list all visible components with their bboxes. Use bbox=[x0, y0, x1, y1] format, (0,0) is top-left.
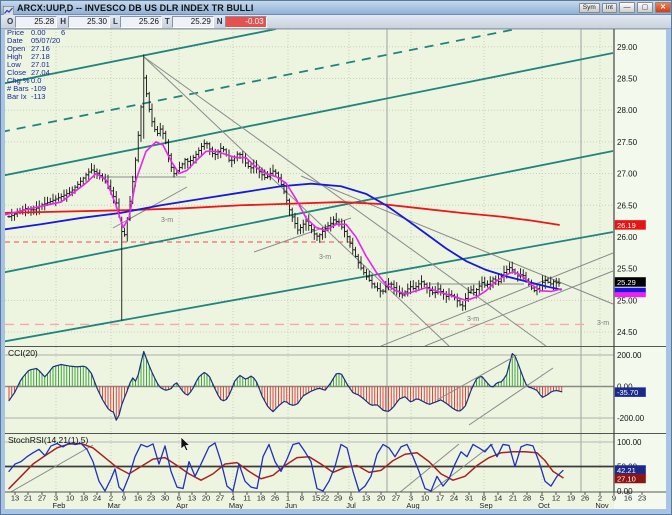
date-tick-label: 19 bbox=[567, 494, 575, 503]
date-tick-label: 27 bbox=[392, 494, 400, 503]
date-tick-label: 13 bbox=[362, 494, 370, 503]
date-tick-label: 22 bbox=[321, 494, 329, 503]
date-tick-label: 31 bbox=[465, 494, 473, 503]
date-tick-label: 21 bbox=[509, 494, 517, 503]
date-tick-label: 18 bbox=[80, 494, 88, 503]
date-tick-label: 14 bbox=[494, 494, 502, 503]
chart-window: 3-m 3-m 3-m 3-m 29.00 28.50 28.00 27.50 27.00 26.… bbox=[0, 0, 672, 515]
axis-tag-text: -35.70 bbox=[617, 388, 638, 397]
date-tick-label: 15 bbox=[312, 494, 320, 503]
axis-tag-text: 25.29 bbox=[617, 278, 636, 287]
net-change-label: N bbox=[216, 17, 223, 26]
date-tick-label: 23 bbox=[147, 494, 155, 503]
axis-tag bbox=[614, 287, 646, 293]
date-tick-label: 24 bbox=[93, 494, 101, 503]
date-tick-label: 10 bbox=[66, 494, 74, 503]
date-tick-label: 13 bbox=[11, 494, 19, 503]
minimize-button[interactable]: — bbox=[619, 2, 635, 13]
high-value: 25.30 bbox=[68, 15, 111, 28]
date-tick-label: 12 bbox=[552, 494, 560, 503]
open-label: O bbox=[7, 17, 14, 26]
date-tick-label: 11 bbox=[243, 494, 251, 503]
price-axis-label: 27.00 bbox=[617, 170, 638, 179]
date-tick-label: 26 bbox=[581, 494, 589, 503]
info-extra: 6 bbox=[61, 28, 65, 37]
three-month-label: 3-m bbox=[467, 316, 479, 323]
date-tick-label: 20 bbox=[377, 494, 385, 503]
window-icon bbox=[2, 3, 15, 16]
info-value: -113 bbox=[31, 92, 45, 101]
info-label: Bar Ix bbox=[7, 92, 27, 101]
date-tick-label: 16 bbox=[134, 494, 142, 503]
date-tick-label: 9 bbox=[122, 494, 126, 503]
date-tick-label: 27 bbox=[216, 494, 224, 503]
stochrsi-label: StochRSI(14,21(1),5) bbox=[8, 435, 88, 445]
price-axis-label: 28.00 bbox=[617, 106, 638, 115]
price-axis-label: 24.50 bbox=[617, 328, 638, 337]
price-axis-label: 26.00 bbox=[617, 233, 638, 242]
net-change-value: -0.03 bbox=[224, 15, 267, 28]
low-label: L bbox=[113, 17, 118, 26]
date-tick-label: 27 bbox=[38, 494, 46, 503]
high-label: H bbox=[60, 17, 67, 26]
date-tick-label: 10 bbox=[421, 494, 429, 503]
price-axis-label: 26.50 bbox=[617, 201, 638, 210]
stoch-axis-label: 100.00 bbox=[617, 438, 642, 447]
price-axis-label: 28.50 bbox=[617, 74, 638, 83]
axis-tag-text: 26.19 bbox=[617, 221, 636, 230]
price-axis-label: 29.00 bbox=[617, 43, 638, 52]
maximize-button[interactable]: ▢ bbox=[637, 2, 653, 13]
date-tick-label: 28 bbox=[523, 494, 531, 503]
date-tick-label: 20 bbox=[202, 494, 210, 503]
int-button[interactable]: Int bbox=[601, 2, 617, 13]
price-axis-label: 27.50 bbox=[617, 138, 638, 147]
date-tick-label: 24 bbox=[450, 494, 458, 503]
date-tick-label: 13 bbox=[188, 494, 196, 503]
date-tick-label: 18 bbox=[257, 494, 265, 503]
three-month-label: 3-m bbox=[597, 320, 609, 327]
price-axis-label: 25.00 bbox=[617, 296, 638, 305]
date-tick-label: 17 bbox=[436, 494, 444, 503]
cci-label: CCI(20) bbox=[8, 348, 38, 358]
cci-axis-label: -200.00 bbox=[617, 414, 645, 423]
date-tick-label: 8 bbox=[300, 494, 304, 503]
date-tick-label: 30 bbox=[161, 494, 169, 503]
quote-bar: O 25.28 H 25.30 L 25.26 T 25.29 N -0.03 bbox=[1, 15, 671, 29]
window-title: ARCX:UUP,D -- INVESCO DB US DLR INDEX TR… bbox=[17, 2, 254, 13]
three-month-label: 3-m bbox=[319, 254, 331, 261]
date-tick-label: 23 bbox=[638, 494, 646, 503]
close-button[interactable]: ✕ bbox=[655, 2, 671, 13]
trade-value: 25.29 bbox=[171, 15, 214, 28]
low-value: 25.26 bbox=[119, 15, 162, 28]
date-tick-label: 26 bbox=[271, 494, 279, 503]
open-value: 25.28 bbox=[15, 15, 58, 28]
date-tick-label: 21 bbox=[24, 494, 32, 503]
axis-tag bbox=[614, 292, 646, 298]
price-axis-label: 25.50 bbox=[617, 265, 638, 274]
sym-button[interactable]: Sym bbox=[578, 2, 600, 13]
trade-label: T bbox=[164, 17, 170, 26]
date-tick-label: 9 bbox=[612, 494, 616, 503]
date-tick-label: 29 bbox=[334, 494, 342, 503]
date-tick-label: 16 bbox=[624, 494, 632, 503]
three-month-label: 3-m bbox=[161, 217, 173, 224]
cci-axis-label: 200.00 bbox=[617, 351, 642, 360]
titlebar[interactable]: ARCX:UUP,D -- INVESCO DB US DLR INDEX TR… bbox=[1, 1, 671, 16]
axis-tag-text: 27.10 bbox=[617, 475, 636, 484]
chart-area[interactable]: 3-m 3-m 3-m 3-m 29.00 28.50 28.00 27.50 27.00 26.… bbox=[1, 1, 672, 515]
